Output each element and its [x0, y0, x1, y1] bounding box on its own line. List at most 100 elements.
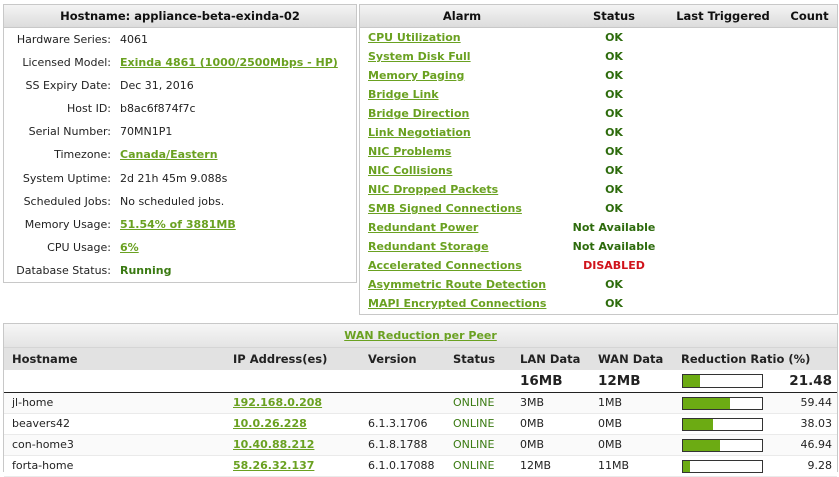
alarm-status: OK — [605, 107, 623, 120]
peer-status: ONLINE — [453, 459, 495, 472]
alarm-link[interactable]: SMB Signed Connections — [368, 202, 522, 215]
peer-ip-link[interactable]: 10.40.88.212 — [233, 438, 314, 451]
alarm-name-cell: CPU Utilization — [360, 28, 564, 47]
peer-ip-link[interactable]: 192.168.0.208 — [233, 396, 322, 409]
table-row: jl-home 192.168.0.208 ONLINE 3MB 1MB 59.44 — [4, 393, 837, 414]
peer-lan-data-cell: 0MB — [520, 414, 598, 434]
info-label: Memory Usage: — [24, 217, 111, 231]
alarm-link[interactable]: Link Negotiation — [368, 126, 471, 139]
alarm-row: Link Negotiation OK — [360, 123, 837, 142]
info-label: Licensed Model: — [22, 56, 111, 70]
peer-version-cell: 6.1.0.17088 — [368, 456, 453, 476]
alarm-count — [782, 161, 837, 180]
alarm-row: MAPI Encrypted Connections OK — [360, 294, 837, 313]
peer-status: ONLINE — [453, 438, 495, 451]
peer-ip-link[interactable]: 58.26.32.137 — [233, 459, 314, 472]
alarm-last-triggered — [664, 218, 782, 237]
alarm-status: Not Available — [572, 240, 656, 253]
total-ratio-bar — [682, 374, 763, 388]
alarm-header: Alarm Status Last Triggered Count — [360, 5, 837, 28]
alarm-status: OK — [605, 69, 623, 82]
info-label: Host ID: — [67, 102, 111, 116]
alarm-link[interactable]: Redundant Power — [368, 221, 478, 234]
info-label: SS Expiry Date: — [25, 79, 112, 93]
peer-status-cell: ONLINE — [453, 393, 520, 413]
alarm-link[interactable]: Memory Paging — [368, 69, 464, 82]
alarm-link[interactable]: MAPI Encrypted Connections — [368, 297, 546, 310]
peer-ratio-bar-cell — [681, 456, 769, 476]
info-label: Database Status: — [16, 263, 111, 277]
alarm-link[interactable]: NIC Dropped Packets — [368, 183, 498, 196]
info-label: CPU Usage: — [47, 240, 111, 254]
info-value-link[interactable]: Canada/Eastern — [120, 148, 218, 161]
alarm-name-cell: Memory Paging — [360, 66, 564, 85]
alarm-row: Bridge Link OK — [360, 85, 837, 104]
alarm-row: NIC Problems OK — [360, 142, 837, 161]
alarm-status: OK — [605, 202, 623, 215]
peer-lan-data-cell: 12MB — [520, 456, 598, 476]
alarm-last-triggered — [664, 256, 782, 275]
alarm-status: Not Available — [572, 221, 656, 234]
alarm-count — [782, 85, 837, 104]
alarm-count — [782, 28, 837, 47]
info-value-cell: 2d 21h 45m 9.088s — [120, 167, 356, 190]
peer-lan-data-cell: 0MB — [520, 435, 598, 455]
info-value-link[interactable]: Exinda 4861 (1000/2500Mbps - HP) — [120, 56, 338, 69]
alarm-count — [782, 237, 837, 256]
info-value-cell: Dec 31, 2016 — [120, 74, 356, 97]
peer-ratio-bar-fill — [683, 397, 730, 409]
alarm-row: NIC Dropped Packets OK — [360, 180, 837, 199]
info-row: System Uptime: 2d 21h 45m 9.088s — [4, 167, 356, 190]
reduction-ratio-col-header: Reduction Ratio (%) — [681, 352, 811, 366]
alarm-name-cell: Bridge Link — [360, 85, 564, 104]
alarm-link[interactable]: Redundant Storage — [368, 240, 489, 253]
wan-data-col-header: WAN Data — [598, 352, 664, 366]
alarm-name-cell: Accelerated Connections — [360, 256, 564, 275]
alarm-name-cell: Bridge Direction — [360, 104, 564, 123]
peer-hostname-cell: jl-home — [4, 393, 233, 413]
alarm-row: NIC Collisions OK — [360, 161, 837, 180]
info-row: Serial Number: 70MN1P1 — [4, 120, 356, 143]
alarm-link[interactable]: Bridge Direction — [368, 107, 469, 120]
wan-reduction-title-link[interactable]: WAN Reduction per Peer — [344, 329, 497, 342]
peer-ratio-value: 9.28 — [807, 459, 833, 472]
alarm-name-cell: NIC Dropped Packets — [360, 180, 564, 199]
alarm-link[interactable]: NIC Collisions — [368, 164, 452, 177]
version-col-header: Version — [368, 352, 417, 366]
table-row: beavers42 10.0.26.228 6.1.3.1706 ONLINE 0MB 0… — [4, 414, 837, 435]
info-label: Hardware Series: — [16, 33, 111, 46]
alarm-last-triggered — [664, 237, 782, 256]
peer-version: 6.1.8.1788 — [368, 438, 428, 451]
peer-version: 6.1.3.1706 — [368, 417, 428, 430]
peer-ratio-bar — [682, 438, 763, 452]
alarm-link[interactable]: Accelerated Connections — [368, 259, 522, 272]
peer-ip-link-cell: 192.168.0.208 — [233, 393, 368, 413]
alarm-link[interactable]: NIC Problems — [368, 145, 451, 158]
alarm-link[interactable]: CPU Utilization — [368, 31, 461, 44]
info-row: Hardware Series: 4061 — [4, 28, 356, 51]
info-value-link[interactable]: 6% — [120, 241, 139, 254]
peer-ip-link-cell: 10.40.88.212 — [233, 435, 368, 455]
info-value-link[interactable]: 51.54% of 3881MB — [120, 218, 236, 231]
info-value-cell: Running — [120, 259, 356, 282]
alarm-name-cell: Asymmetric Route Detection — [360, 275, 564, 294]
info-rows: Hardware Series: 4061 Licensed Model: Exind… — [4, 28, 356, 282]
peer-ratio-bar-cell — [681, 414, 769, 434]
info-value-cell: Exinda 4861 (1000/2500Mbps - HP) — [120, 51, 356, 74]
info-row: Host ID: b8ac6f874f7c — [4, 97, 356, 120]
alarm-link[interactable]: Asymmetric Route Detection — [368, 278, 546, 291]
alarm-link[interactable]: Bridge Link — [368, 88, 439, 101]
alarm-last-triggered — [664, 85, 782, 104]
info-value: b8ac6f874f7c — [120, 102, 196, 116]
peer-hostname-cell: forta-home — [4, 456, 233, 476]
peer-lan-data: 12MB — [520, 459, 552, 472]
peer-ratio-value: 59.44 — [800, 396, 833, 409]
alarm-row: Asymmetric Route Detection OK — [360, 275, 837, 294]
table-row: con-home3 10.40.88.212 6.1.8.1788 ONLINE 0MB… — [4, 435, 837, 456]
alarm-last-triggered — [664, 123, 782, 142]
alarm-name-cell: NIC Collisions — [360, 161, 564, 180]
total-lan-data: 16MB — [520, 373, 563, 389]
alarm-link[interactable]: System Disk Full — [368, 50, 471, 63]
alarm-status: OK — [605, 126, 623, 139]
peer-ip-link[interactable]: 10.0.26.228 — [233, 417, 307, 430]
